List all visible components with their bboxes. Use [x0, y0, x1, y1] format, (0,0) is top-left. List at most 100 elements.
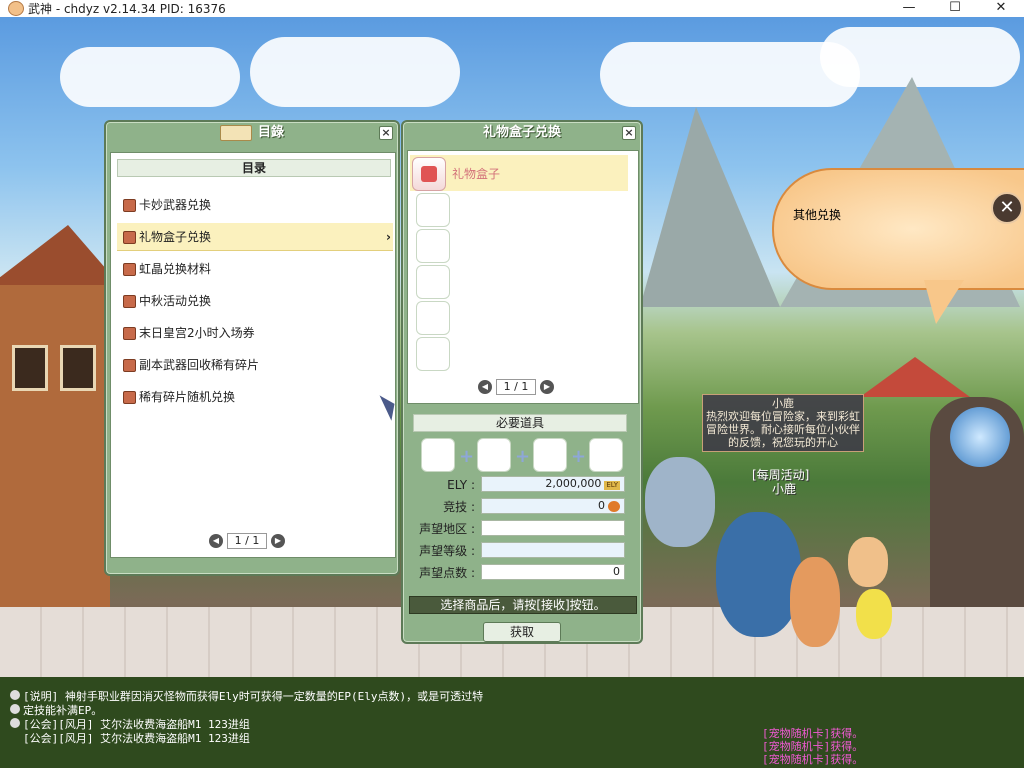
rep-level-label: 声望等级 : [419, 544, 475, 558]
exchange-panel: 礼物盒子兑换 × 礼物盒子 ◀ 1 / 1 ▶ 必要道具 + + + ELY :… [401, 120, 643, 644]
character-companion[interactable] [790, 557, 840, 647]
plus-icon: + [459, 446, 475, 467]
gift-box-icon [123, 199, 136, 212]
required-items-header: 必要道具 [413, 414, 627, 432]
get-button[interactable]: 获取 [483, 622, 561, 642]
rep-points-row: 声望点数 : 0 [409, 564, 629, 582]
empty-item-slot[interactable] [416, 193, 450, 227]
character-companion[interactable] [848, 537, 888, 587]
catalog-title: 目錄 [257, 125, 284, 140]
plus-icon: + [515, 446, 531, 467]
npc-creature[interactable] [645, 457, 715, 547]
next-page-button[interactable]: ▶ [271, 534, 285, 548]
npc-sign-title: 小鹿 [772, 397, 794, 410]
window-title: 武神 - chdyz v2.14.34 PID: 16376 [28, 2, 226, 16]
minimize-button[interactable]: — [886, 0, 932, 17]
house-roof [0, 225, 120, 285]
catalog-item-label: 末日皇宫2小时入场券 [139, 326, 255, 340]
chat-channel-icon [10, 704, 20, 714]
page-indicator: 1 / 1 [227, 533, 267, 549]
rep-area-row: 声望地区 : [409, 520, 629, 538]
catalog-item[interactable]: 末日皇宫2小时入场券 [117, 319, 393, 347]
arena-value: 0 [598, 499, 605, 512]
catalog-header: 目录 [117, 159, 391, 177]
app-icon [8, 1, 24, 16]
catalog-item[interactable]: 虹晶兑换材料 [117, 255, 393, 283]
required-item-slot[interactable] [477, 438, 511, 472]
loot-line: [宠物随机卡]获得。 [762, 740, 864, 753]
gift-box-icon [123, 263, 136, 276]
close-window-button[interactable]: ✕ [978, 0, 1024, 17]
window-titlebar: 武神 - chdyz v2.14.34 PID: 16376 — ☐ ✕ [0, 0, 1024, 17]
ely-label: ELY : [447, 478, 475, 492]
catalog-item-label: 礼物盒子兑换 [139, 230, 212, 244]
exchange-pager: ◀ 1 / 1 ▶ [478, 379, 554, 395]
red-roof [860, 357, 970, 397]
catalog-close-button[interactable]: × [379, 126, 393, 140]
mountain [640, 107, 780, 307]
catalog-item-label: 稀有碎片随机兑换 [139, 390, 236, 404]
loot-notifications: [宠物随机卡]获得。 [宠物随机卡]获得。 [宠物随机卡]获得。 [762, 727, 863, 766]
gift-box-icon [123, 327, 136, 340]
ely-value-box: 2,000,000 ELY [481, 476, 625, 492]
ely-value: 2,000,000 [545, 477, 602, 490]
prev-page-button[interactable]: ◀ [209, 534, 223, 548]
spongebob-pet[interactable] [856, 589, 892, 639]
other-exchange-option[interactable]: 其他兑换 [793, 206, 841, 223]
prev-page-button[interactable]: ◀ [478, 380, 492, 394]
catalog-item-selected[interactable]: 礼物盒子兑换 › [117, 223, 393, 251]
chat-line: [公会][风月] 艾尔法收费海盗船M1 123进组 [10, 718, 483, 732]
rep-points-value: 0 [481, 564, 625, 580]
catalog-item[interactable]: 副本武器回收稀有碎片 [117, 351, 393, 379]
gift-box-icon [123, 295, 136, 308]
window-controls: — ☐ ✕ [886, 0, 1024, 17]
next-page-button[interactable]: ▶ [540, 380, 554, 394]
ely-icon: ELY [604, 481, 620, 490]
catalog-item-label: 副本武器回收稀有碎片 [139, 358, 260, 372]
npc-name-label: 小鹿 [772, 482, 797, 496]
house [0, 225, 120, 615]
loot-line: [宠物随机卡]获得。 [762, 753, 864, 766]
chat-channel-icon [10, 690, 20, 700]
catalog-item[interactable]: 卡妙武器兑换 [117, 191, 393, 219]
catalog-panel: 目錄 × 目录 卡妙武器兑换 礼物盒子兑换 › 虹晶兑换材料 中秋活动兑换 末日… [104, 120, 400, 576]
gift-box-icon [412, 157, 446, 191]
exchange-item-selected[interactable]: 礼物盒子 [410, 155, 628, 191]
required-item-slot[interactable] [533, 438, 567, 472]
npc-speech-bubble: 其他兑换 [772, 168, 1024, 324]
required-item-slot[interactable] [421, 438, 455, 472]
exchange-item-list: 礼物盒子 ◀ 1 / 1 ▶ [407, 150, 639, 404]
catalog-item[interactable]: 中秋活动兑换 [117, 287, 393, 315]
rep-level-row: 声望等级 : [409, 542, 629, 560]
arena-label: 竞技 : [443, 500, 475, 514]
npc-sign: 小鹿 热烈欢迎每位冒险家，来到彩虹冒险世界。耐心接听每位小伙伴的反馈，祝您玩的开… [702, 394, 864, 452]
loot-line: [宠物随机卡]获得。 [762, 727, 864, 740]
cloud [60, 47, 240, 107]
maximize-button[interactable]: ☐ [932, 0, 978, 17]
npc-sign-text: 热烈欢迎每位冒险家，来到彩虹冒险世界。耐心接听每位小伙伴的反馈，祝您玩的开心 [706, 410, 860, 449]
chevron-right-icon: › [386, 230, 391, 244]
bubble-close-button[interactable]: ✕ [991, 192, 1023, 224]
arena-row: 竞技 : 0 [409, 498, 629, 516]
catalog-item-label: 卡妙武器兑换 [139, 198, 212, 212]
empty-item-slot[interactable] [416, 301, 450, 335]
catalog-pager: ◀ 1 / 1 ▶ [209, 533, 285, 549]
player-character[interactable] [716, 512, 801, 637]
exchange-close-button[interactable]: × [622, 126, 636, 140]
arena-value-box: 0 [481, 498, 625, 514]
exchange-title: 礼物盒子兑换 [482, 125, 561, 140]
chat-line: 定技能补满EP。 [10, 704, 483, 718]
catalog-item[interactable]: 稀有碎片随机兑换 [117, 383, 393, 411]
empty-item-slot[interactable] [416, 229, 450, 263]
rep-area-value [481, 520, 625, 536]
house-window [60, 345, 96, 391]
rep-level-value [481, 542, 625, 558]
catalog-item-label: 虹晶兑换材料 [139, 262, 212, 276]
empty-item-slot[interactable] [416, 337, 450, 371]
empty-item-slot[interactable] [416, 265, 450, 299]
catalog-title-bar: 目錄 [106, 122, 398, 144]
catalog-item-label: 中秋活动兑换 [139, 294, 212, 308]
plus-icon: + [571, 446, 587, 467]
required-item-slot[interactable] [589, 438, 623, 472]
gift-box-icon [123, 231, 136, 244]
